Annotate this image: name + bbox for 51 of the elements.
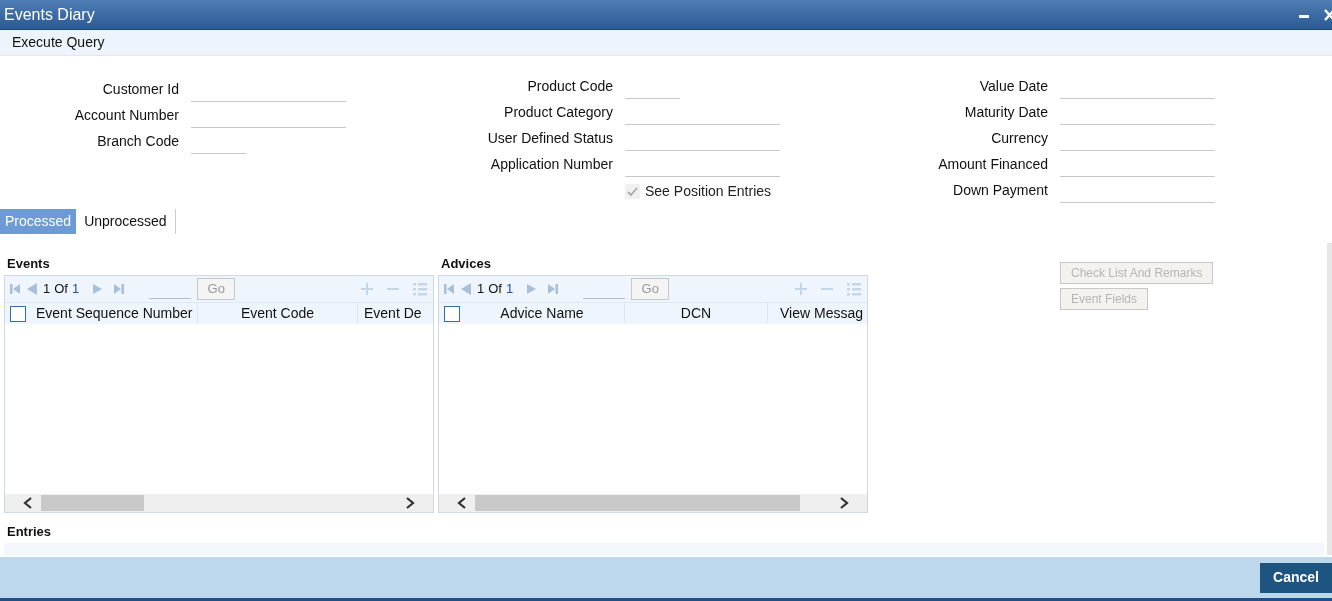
field-label: Branch Code <box>96 132 179 150</box>
add-icon[interactable] <box>361 283 373 295</box>
cancel-button[interactable]: Cancel <box>1260 562 1332 593</box>
first-page-icon[interactable] <box>9 283 21 295</box>
scroll-right-icon[interactable] <box>839 497 849 509</box>
field-label: Product Code <box>526 77 613 95</box>
horizontal-scrollbar[interactable] <box>439 494 867 512</box>
checkbox-label: See Position Entries <box>645 182 772 201</box>
field-label: Application Number <box>489 155 613 173</box>
scroll-left-icon[interactable] <box>457 497 467 509</box>
window-title: Events Diary <box>3 4 95 25</box>
page-total: 1 <box>505 280 514 299</box>
scroll-left-icon[interactable] <box>23 497 33 509</box>
page-total: 1 <box>71 280 80 299</box>
list-icon[interactable] <box>847 282 861 296</box>
column-header[interactable]: Event De <box>358 303 422 324</box>
page-of-label: Of <box>54 280 68 299</box>
field-label: Account Number <box>73 106 179 124</box>
page-number: 1 <box>43 280 51 299</box>
field-label: Customer Id <box>101 80 179 98</box>
first-page-icon[interactable] <box>443 283 455 295</box>
page-of-label: Of <box>488 280 502 299</box>
section-heading: Entries <box>6 523 53 541</box>
section-heading: Advices <box>440 255 492 273</box>
field-label: Value Date <box>978 77 1048 95</box>
checkbox[interactable] <box>444 305 460 322</box>
close-icon[interactable] <box>1324 8 1332 21</box>
field-label: Maturity Date <box>963 103 1048 121</box>
last-page-icon[interactable] <box>547 283 560 295</box>
scrollbar-thumb[interactable] <box>41 495 144 511</box>
field-label: Down Payment <box>952 181 1048 199</box>
checkbox[interactable] <box>10 305 26 322</box>
field-label: Amount Financed <box>937 155 1048 173</box>
column-header[interactable]: View Messag <box>768 303 863 324</box>
last-page-icon[interactable] <box>113 283 126 295</box>
next-page-icon[interactable] <box>525 283 538 295</box>
section-heading: Events <box>6 255 51 273</box>
field-label: User Defined Status <box>486 129 613 147</box>
scroll-right-icon[interactable] <box>405 497 415 509</box>
vertical-scrollbar[interactable] <box>1327 243 1332 555</box>
menu-item[interactable]: Execute Query <box>12 32 105 53</box>
field-label: Currency <box>990 129 1048 147</box>
list-icon[interactable] <box>413 282 427 296</box>
page-number: 1 <box>477 280 485 299</box>
previous-page-icon[interactable] <box>25 282 39 296</box>
add-icon[interactable] <box>795 283 807 295</box>
previous-page-icon[interactable] <box>459 282 473 296</box>
field-label: Product Category <box>503 103 613 121</box>
next-page-icon[interactable] <box>91 283 104 295</box>
horizontal-scrollbar[interactable] <box>5 494 433 512</box>
scrollbar-thumb[interactable] <box>475 495 800 511</box>
